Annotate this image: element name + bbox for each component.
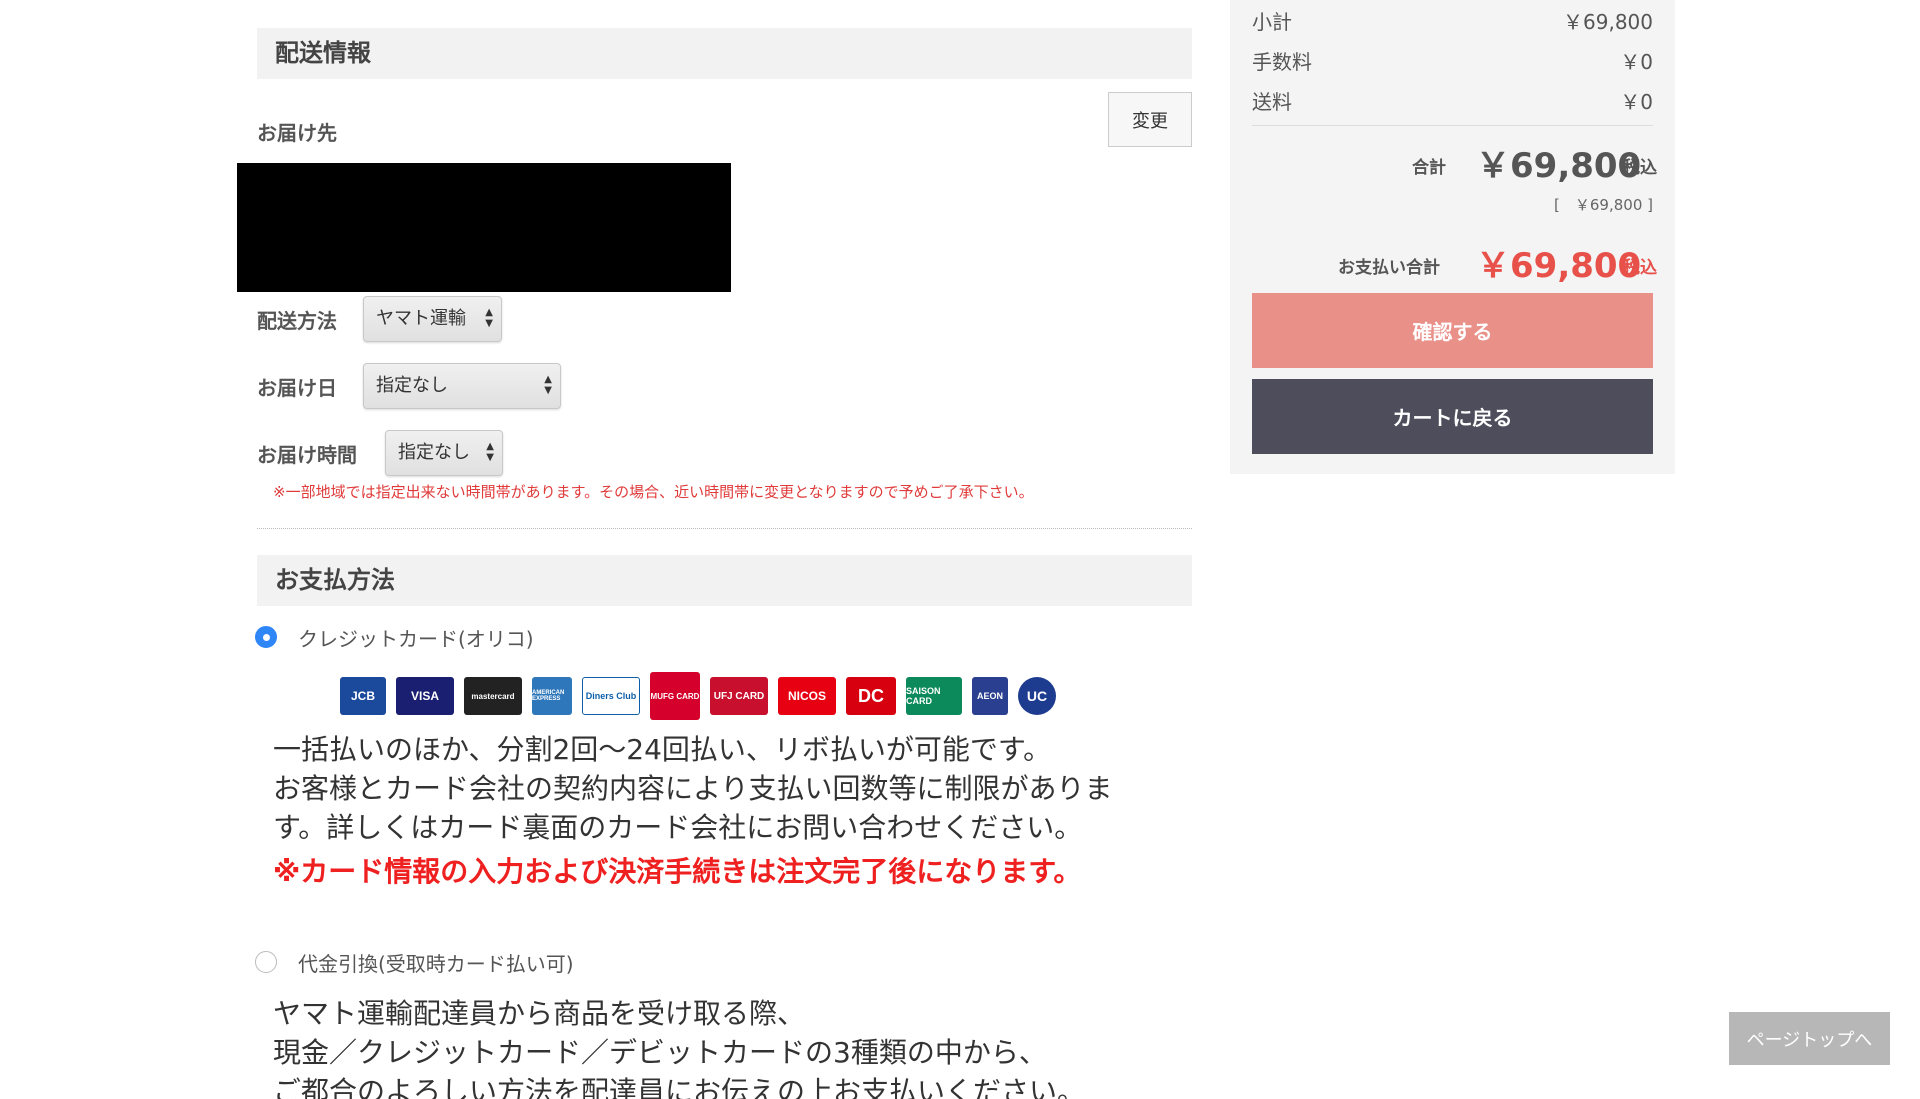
delivery-time-label: お届け時間: [257, 443, 357, 467]
uc-logo: UC: [1018, 677, 1056, 715]
cod-description-line: ご都合のよろしい方法を配達員にお伝えの上お支払いください。: [273, 1075, 1086, 1099]
shipping-fee-value: ￥0: [1620, 90, 1653, 114]
mufg-logo: MUFG CARD: [650, 672, 700, 720]
tax-breakdown: [ ￥69,800 ]: [1554, 196, 1653, 214]
total-value: ￥69,800: [1476, 146, 1642, 186]
diners-logo: Diners Club: [582, 677, 640, 715]
fee-label: 手数料: [1252, 50, 1312, 74]
credit-card-warning: ※カード情報の入力および決済手続きは注文完了後になります。: [273, 855, 1082, 888]
subtotal-row: 小計 ￥69,800: [1252, 6, 1653, 35]
select-arrows-icon: ▲ ▼: [486, 441, 494, 463]
credit-card-description-line: す。詳しくはカード裏面のカード会社にお問い合わせください。: [273, 811, 1083, 844]
delivery-time-select[interactable]: 指定なし ▲ ▼: [385, 430, 503, 476]
credit-card-description-line: 一括払いのほか、分割2回〜24回払い、リボ払いが可能です。: [273, 733, 1052, 766]
delivery-date-select[interactable]: 指定なし ▲ ▼: [363, 363, 561, 409]
redacted-address: [237, 163, 731, 292]
mastercard-logo: mastercard: [464, 677, 522, 715]
amex-logo: AMERICAN EXPRESS: [532, 677, 572, 715]
fee-row: 手数料 ￥0: [1252, 46, 1653, 75]
total-label: 合計: [1412, 158, 1446, 178]
page-top-button[interactable]: ページトップへ: [1729, 1012, 1890, 1065]
cod-description-line: ヤマト運輸配達員から商品を受け取る際、: [273, 997, 806, 1030]
delivery-date-label: お届け日: [257, 376, 337, 400]
cod-label[interactable]: 代金引換(受取時カード払い可): [298, 948, 574, 977]
confirm-button[interactable]: 確認する: [1252, 293, 1653, 368]
delivery-date-value: 指定なし: [376, 375, 448, 396]
subtotal-label: 小計: [1252, 10, 1292, 34]
shipping-method-value: ヤマト運輸: [376, 308, 466, 329]
shipping-fee-label: 送料: [1252, 90, 1292, 114]
cod-radio[interactable]: [255, 951, 277, 973]
destination-label: お届け先: [257, 121, 337, 145]
cod-description-line: 現金／クレジットカード／デビットカードの3種類の中から、: [273, 1036, 1047, 1069]
credit-card-radio[interactable]: [255, 626, 277, 648]
payment-tax-label: 税込: [1623, 258, 1657, 278]
section-divider: [257, 528, 1192, 529]
order-summary-panel: 小計 ￥69,800 手数料 ￥0 送料 ￥0 合計 ￥69,800 税込 [ …: [1230, 0, 1675, 474]
delivery-time-notice: ※一部地域では指定出来ない時間帯があります。その場合、近い時間帯に変更となります…: [273, 483, 1034, 501]
shipping-section-header: 配送情報: [257, 28, 1192, 79]
payment-section-header: お支払方法: [257, 555, 1192, 606]
nicos-logo: NICOS: [778, 677, 836, 715]
back-to-cart-button[interactable]: カートに戻る: [1252, 379, 1653, 454]
select-arrows-icon: ▲ ▼: [544, 374, 552, 396]
summary-divider: [1252, 125, 1653, 126]
payment-total-label: お支払い合計: [1338, 258, 1440, 278]
subtotal-value: ￥69,800: [1563, 10, 1653, 34]
jcb-logo: JCB: [340, 677, 386, 715]
card-brand-logos: JCB VISA mastercard AMERICAN EXPRESS Din…: [340, 671, 1056, 721]
fee-value: ￥0: [1620, 50, 1653, 74]
visa-logo: VISA: [396, 677, 454, 715]
credit-card-description-line: お客様とカード会社の契約内容により支払い回数等に制限がありま: [273, 772, 1113, 805]
dc-logo: DC: [846, 677, 896, 715]
credit-card-label[interactable]: クレジットカード(オリコ): [298, 623, 534, 652]
select-arrows-icon: ▲ ▼: [485, 307, 493, 329]
shipping-method-label: 配送方法: [257, 309, 337, 333]
delivery-time-value: 指定なし: [398, 442, 470, 463]
total-tax-label: 税込: [1623, 158, 1657, 178]
aeon-logo: AEON: [972, 677, 1008, 715]
payment-total-value: ￥69,800: [1476, 246, 1642, 286]
ufj-logo: UFJ CARD: [710, 677, 768, 715]
saison-logo: SAISON CARD: [906, 677, 962, 715]
shipping-method-select[interactable]: ヤマト運輸 ▲ ▼: [363, 296, 502, 342]
shipping-fee-row: 送料 ￥0: [1252, 86, 1653, 115]
change-address-button[interactable]: 変更: [1108, 92, 1192, 147]
